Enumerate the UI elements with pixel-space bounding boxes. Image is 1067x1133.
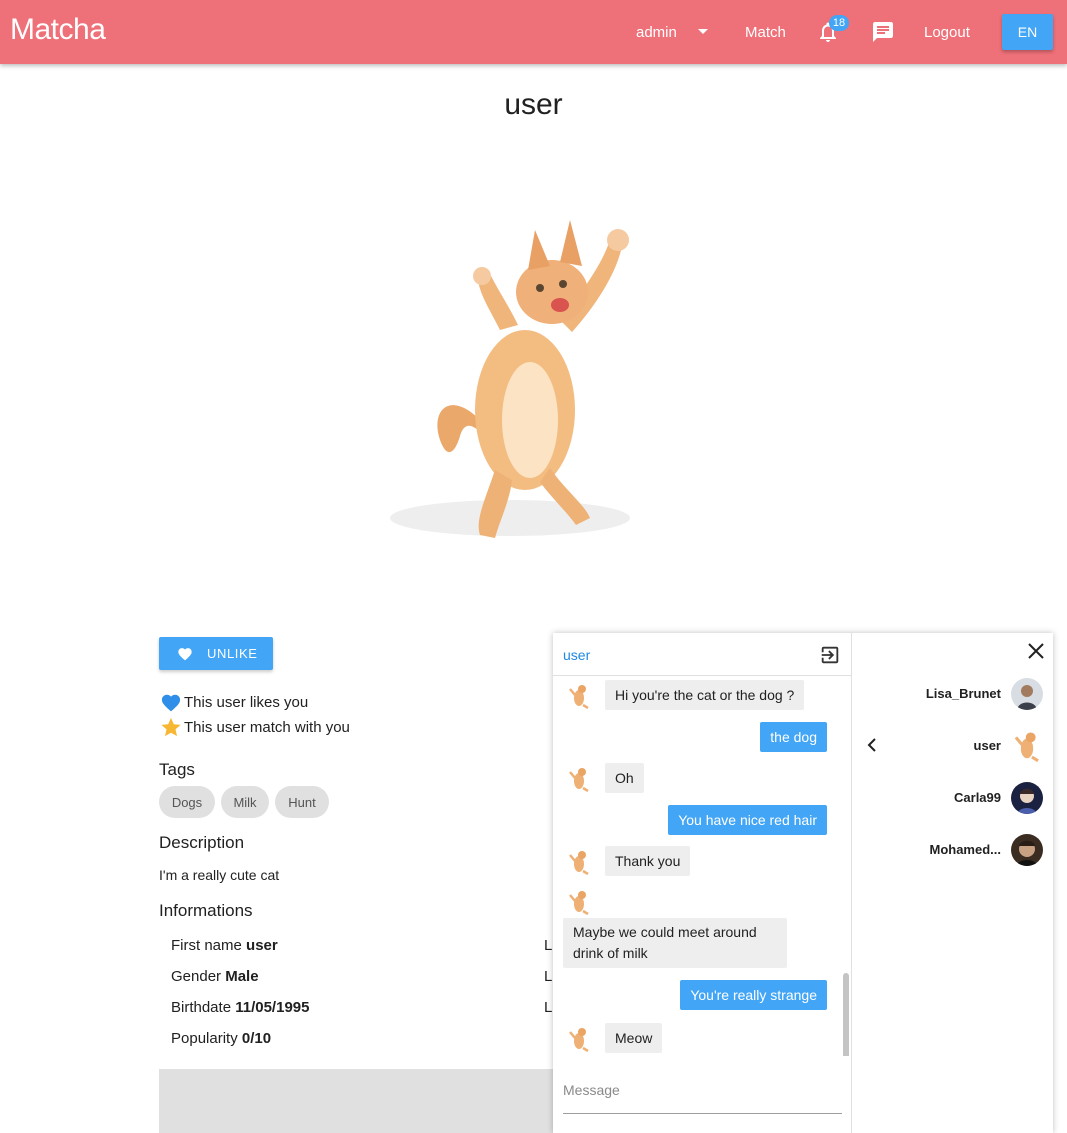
contact-avatar	[1011, 678, 1043, 710]
notifications-bell-icon[interactable]	[816, 0, 840, 64]
info-value: 11/05/1995	[235, 999, 310, 1016]
contacts-pane: Lisa_Brunet user Carla99 Mohamed...	[853, 633, 1053, 1133]
likes-you-text: This user likes you	[184, 693, 309, 711]
contact-item[interactable]: Lisa_Brunet	[853, 674, 1053, 714]
language-button[interactable]: EN	[1002, 14, 1053, 50]
incoming-message: Meow	[605, 1023, 663, 1053]
caret-down-icon[interactable]	[698, 0, 708, 64]
chevron-left-icon	[867, 738, 877, 757]
open-profile-icon[interactable]	[819, 644, 841, 671]
star-icon	[160, 717, 184, 738]
likes-you-status: This user likes you	[160, 692, 308, 712]
info-right-label: L	[544, 937, 553, 954]
message-list[interactable]: Hi you're the cat or the dog ? the dog O…	[553, 676, 852, 1056]
notifications-count-badge: 18	[829, 15, 849, 31]
conversation-username-link[interactable]: user	[563, 647, 590, 663]
logout-link[interactable]: Logout	[924, 0, 970, 64]
contact-name: Carla99	[954, 790, 1001, 805]
contact-item[interactable]: Carla99	[853, 778, 1053, 818]
tags-heading: Tags	[159, 760, 195, 779]
brand-logo[interactable]: Matcha	[10, 13, 106, 47]
info-label: Gender	[171, 968, 222, 985]
cat-avatar	[567, 849, 591, 876]
description-text: I'm a really cute cat	[159, 867, 280, 883]
description-heading: Description	[159, 833, 245, 852]
contact-name: user	[973, 738, 1001, 753]
profile-photo	[360, 200, 670, 560]
contact-name: Lisa_Brunet	[925, 686, 1001, 701]
profile-username-title: user	[504, 88, 563, 121]
cat-avatar	[567, 889, 591, 916]
unlike-button[interactable]: UNLIKE	[159, 637, 273, 670]
incoming-message: Maybe we could meet around drink of milk	[563, 918, 787, 968]
incoming-message: Thank you	[605, 846, 691, 876]
map-placeholder	[159, 1069, 559, 1133]
info-right-label: L	[544, 999, 553, 1016]
top-app-bar: Matcha admin Match 18 Logout EN	[0, 0, 1067, 64]
message-list-scrollbar[interactable]	[843, 973, 849, 1056]
contact-avatar	[1011, 834, 1043, 866]
outgoing-message: You're really strange	[680, 980, 827, 1010]
contact-item-active[interactable]: user	[853, 726, 1053, 766]
info-label: Birthdate	[171, 999, 232, 1016]
contact-name: Mohamed...	[929, 842, 1001, 857]
chat-panel: user Hi you're the cat or the dog ? the …	[553, 633, 1053, 1133]
info-gender: Gender Male	[171, 968, 259, 985]
match-status: This user match with you	[160, 717, 350, 738]
tag-chip[interactable]: Dogs	[159, 786, 215, 818]
informations-heading: Informations	[159, 901, 253, 920]
cat-avatar	[567, 766, 591, 793]
contact-avatar	[1011, 730, 1043, 762]
incoming-message: Oh	[605, 763, 644, 793]
info-label: First name	[171, 937, 242, 954]
match-link[interactable]: Match	[745, 0, 786, 64]
incoming-message: Hi you're the cat or the dog ?	[605, 680, 805, 710]
blue-heart-icon	[160, 692, 184, 712]
cat-avatar	[567, 683, 591, 710]
outgoing-message: You have nice red hair	[668, 805, 827, 835]
unlike-button-label: UNLIKE	[207, 646, 258, 661]
info-label: Popularity	[171, 1030, 238, 1047]
tag-chip[interactable]: Milk	[221, 786, 269, 818]
info-birthdate: Birthdate 11/05/1995	[171, 999, 309, 1016]
info-first-name: First name user	[171, 937, 278, 954]
cat-avatar	[567, 1026, 591, 1053]
message-input[interactable]: Message	[563, 1082, 842, 1114]
conversation-pane: user Hi you're the cat or the dog ? the …	[553, 633, 852, 1133]
info-value: user	[246, 937, 278, 954]
close-icon[interactable]	[1027, 642, 1045, 665]
outgoing-message: the dog	[760, 722, 827, 752]
info-value: Male	[225, 968, 259, 985]
user-menu-button[interactable]: admin	[636, 0, 677, 64]
tag-chip[interactable]: Hunt	[275, 786, 329, 818]
info-popularity: Popularity 0/10	[171, 1030, 271, 1047]
info-right-label: L	[544, 968, 553, 985]
info-value: 0/10	[241, 1030, 272, 1047]
heart-icon	[177, 646, 193, 661]
contact-avatar	[1011, 782, 1043, 814]
chat-icon[interactable]	[871, 0, 895, 64]
contact-item[interactable]: Mohamed...	[853, 830, 1053, 870]
conversation-header: user	[553, 633, 852, 676]
match-text: This user match with you	[184, 719, 350, 736]
